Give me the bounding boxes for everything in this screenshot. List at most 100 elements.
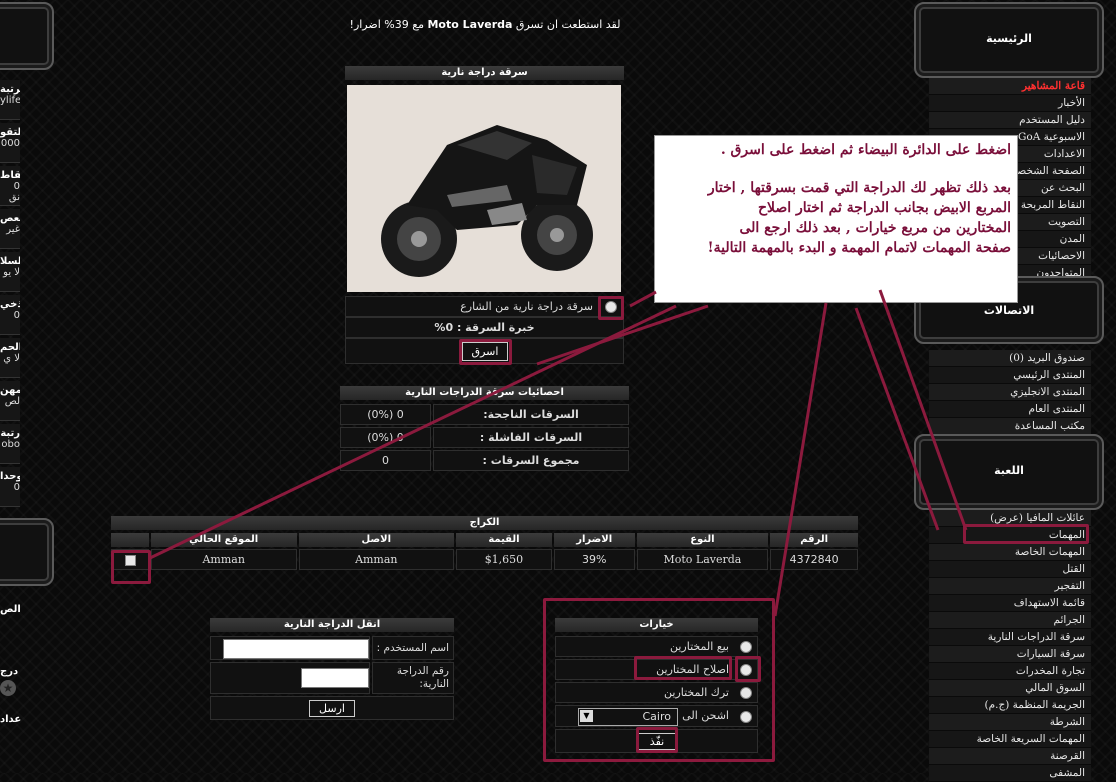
stats-panel-title: احصائيات سرقة الدراجات النارية — [340, 386, 629, 400]
menu-item[interactable]: الجريمة المنظمة (ج.م) — [929, 697, 1091, 714]
transfer-bike-label: رقم الدراجة النارية: — [372, 662, 454, 694]
menu-item[interactable]: المهمات السريعة الخاصة — [929, 731, 1091, 748]
game-section-title: اللعبة — [994, 464, 1024, 477]
menu-item[interactable]: المشفى — [929, 765, 1091, 782]
steal-panel: سرقة دراجة نارية سرقة دراجة نارية من الش… — [345, 66, 624, 364]
steal-panel-title: سرقة دراجة نارية — [345, 66, 624, 80]
menu-item[interactable]: قائمة الاستهداف — [929, 595, 1091, 612]
result-bike-name: Moto Laverda — [427, 18, 513, 31]
stats-row-value: 0 — [340, 450, 431, 471]
send-button[interactable]: ارسل — [309, 700, 355, 717]
menu-item[interactable]: الجرائم — [929, 612, 1091, 629]
steal-experience: خبرة السرقة : 0% — [345, 317, 624, 338]
stats-row-value: 0 (0%) — [340, 427, 431, 448]
menu-item[interactable]: دليل المستخدم — [929, 112, 1091, 129]
garage-col-damage: الاضرار — [553, 533, 635, 547]
left-ornate-frame-bottom — [0, 518, 54, 586]
highlight-repair-option — [634, 656, 732, 680]
garage-title: الكراج — [111, 516, 858, 530]
left-bottom-label-c: عداد — [0, 714, 22, 725]
garage-col-select — [111, 533, 149, 547]
garage-cell-value: $1,650 — [456, 549, 552, 570]
stats-rows: السرقات الناجحة: 0 (0%) السرقات الفاشلة :0… — [340, 404, 629, 471]
left-stat-tab: العصغير — [0, 209, 20, 249]
menu-item[interactable]: المنتدى الانجليزي — [929, 384, 1091, 401]
menu-item[interactable]: الشرطة — [929, 714, 1091, 731]
left-stat-tab: الرتبةylife — [0, 80, 20, 120]
garage-header-row: الرقم النوع الاضرار القيمة الاصل الموقع … — [111, 533, 858, 547]
left-stat-tab: التقو000 — [0, 123, 20, 163]
transfer-username-label: اسم المستخدم : — [372, 636, 454, 660]
star-icon: ★ — [0, 680, 16, 696]
menu-item[interactable]: الأخبار — [929, 95, 1091, 112]
left-stats-column: الرتبةylife التقو000 النقاط0 نق العصغير السل… — [0, 80, 20, 520]
motorcycle-image — [347, 85, 621, 292]
comm-menu-list: صندوق البريد (0) المنتدى الرئيسي المنتدى ا… — [929, 350, 1091, 435]
result-message: لقد استطعت ان تسرق Moto Laverda مع 39% ا… — [349, 18, 621, 31]
transfer-title: انقل الدراجة النارية — [210, 618, 454, 632]
left-stat-tab: المهنلص — [0, 381, 20, 421]
garage-col-id: الرقم — [770, 533, 858, 547]
stats-row: السرقات الفاشلة :0 (0%) — [340, 427, 629, 448]
menu-item[interactable]: السوق المالي — [929, 680, 1091, 697]
left-stat-tab: الذخي0 — [0, 295, 20, 335]
menu-item[interactable]: تجارة المخدرات — [929, 663, 1091, 680]
main-section-title: الرئيسية — [986, 32, 1032, 45]
steal-option-row: سرقة دراجة نارية من الشارع — [345, 296, 624, 317]
stats-row-label: مجموع السرقات : — [433, 450, 629, 471]
garage-col-location: الموقع الحالي — [150, 533, 297, 547]
table-row: 4372840 Moto Laverda 39% $1,650 Amman Am… — [110, 549, 858, 570]
game-menu-list: عائلات المافيا (عرض) المهمات المهمات الخاص… — [929, 510, 1091, 782]
menu-item[interactable]: مكتب المساعدة — [929, 418, 1091, 435]
comm-section-title: الاتصالات — [983, 304, 1035, 317]
garage-cell-origin: Amman — [298, 549, 455, 570]
left-ornate-frame-top — [0, 2, 54, 70]
highlight-steal-radio — [598, 296, 624, 320]
stats-panel: احصائيات سرقة الدراجات النارية السرقات ا… — [340, 386, 629, 471]
transfer-panel: انقل الدراجة النارية اسم المستخدم : رقم … — [210, 618, 454, 720]
garage-cell-damage: 39% — [553, 549, 635, 570]
garage-cell-location: Amman — [150, 549, 297, 570]
garage-col-origin: الاصل — [298, 533, 455, 547]
highlight-steal-button — [459, 339, 512, 365]
left-stat-tab: النقاط0 نق — [0, 166, 20, 206]
highlight-garage-checkbox — [111, 550, 151, 584]
stats-row: مجموع السرقات :0 — [340, 450, 629, 471]
garage-col-type: النوع — [636, 533, 769, 547]
highlight-repair-radio — [735, 656, 761, 682]
menu-item[interactable]: التفجير — [929, 578, 1091, 595]
transfer-username-input[interactable] — [223, 639, 369, 659]
right-main-header: الرئيسية — [914, 2, 1104, 78]
garage-col-value: القيمة — [456, 533, 552, 547]
highlight-execute-button — [636, 727, 678, 753]
left-stat-tab: وحدا0 — [0, 467, 20, 507]
garage-cell-type: Moto Laverda — [636, 549, 769, 570]
menu-item[interactable]: المنتدى الرئيسي — [929, 367, 1091, 384]
stats-row: السرقات الناجحة: 0 (0%) — [340, 404, 629, 425]
menu-item[interactable]: قاعة المشاهير — [929, 78, 1091, 95]
stats-row-value: 0 (0%) — [340, 404, 431, 425]
transfer-username-row: اسم المستخدم : — [210, 636, 454, 660]
transfer-bike-input[interactable] — [301, 668, 369, 688]
menu-item[interactable]: المنتدى العام — [929, 401, 1091, 418]
menu-item[interactable]: سرقة السيارات — [929, 646, 1091, 663]
left-stat-tab: رتبة obo — [0, 424, 20, 464]
transfer-bike-row: رقم الدراجة النارية: — [210, 662, 454, 694]
left-bottom-label-b: درج — [0, 666, 19, 677]
menu-item[interactable]: سرقة الدراجات النارية — [929, 629, 1091, 646]
left-stat-tab: السلالا يو — [0, 252, 20, 292]
menu-item[interactable]: القرصنة — [929, 748, 1091, 765]
instruction-callout: اضغط على الدائرة البيضاء ثم اضغط على اسر… — [654, 135, 1018, 303]
garage-cell-id: 4372840 — [770, 549, 858, 570]
stats-row-label: السرقات الفاشلة : — [433, 427, 629, 448]
menu-item[interactable]: المهمات الخاصة — [929, 544, 1091, 561]
left-bottom-label-a: الص — [0, 604, 21, 615]
menu-item[interactable]: صندوق البريد (0) — [929, 350, 1091, 367]
menu-item[interactable]: القتل — [929, 561, 1091, 578]
motorcycle-icon — [381, 125, 593, 277]
garage-panel: الكراج الرقم النوع الاضرار القيمة الاصل … — [110, 516, 858, 570]
highlight-missions-item — [963, 524, 1089, 544]
right-game-header: اللعبة — [914, 434, 1104, 510]
stats-row-label: السرقات الناجحة: — [433, 404, 629, 425]
left-stat-tab: الحملا ي — [0, 338, 20, 378]
